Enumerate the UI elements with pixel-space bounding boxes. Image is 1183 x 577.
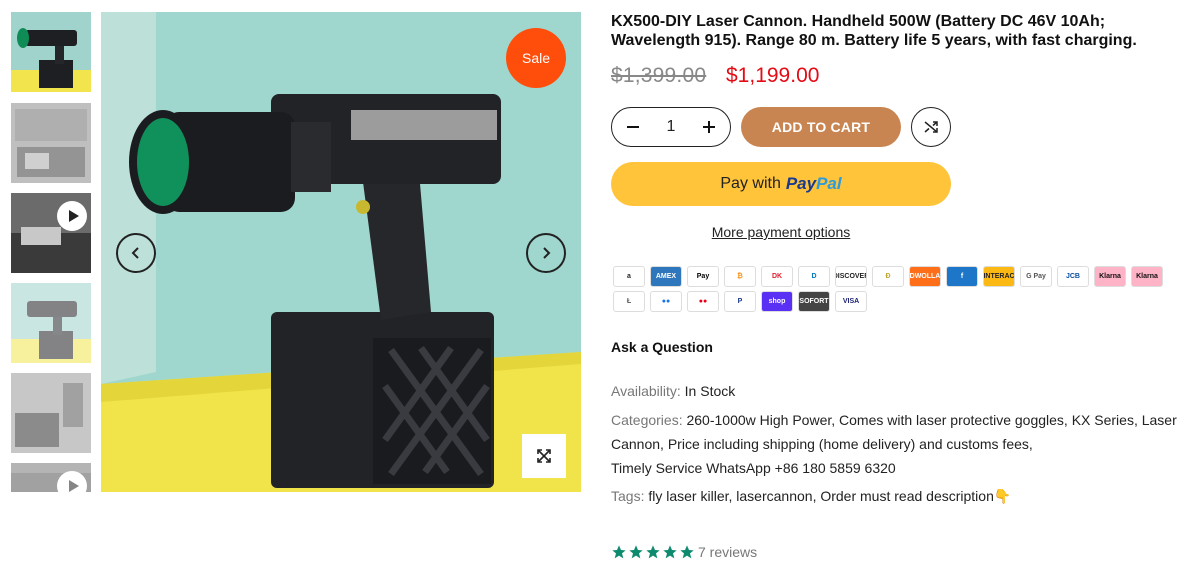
star-icon xyxy=(663,545,677,559)
star-icon xyxy=(646,545,660,559)
compare-button[interactable] xyxy=(911,107,951,147)
payment-icon-shop-pay: shop xyxy=(761,291,793,312)
payment-icon-forbrugsforeningen: f xyxy=(946,266,978,287)
payment-icon-mastercard: ●● xyxy=(687,291,719,312)
thumbnail-5[interactable] xyxy=(11,373,91,453)
play-icon xyxy=(57,201,87,231)
reviews-summary[interactable]: 7 reviews xyxy=(611,544,757,560)
paypal-logo-pal: Pal xyxy=(816,174,842,193)
categories-label: Categories: xyxy=(611,412,683,428)
sale-badge: Sale xyxy=(506,28,566,88)
expand-icon xyxy=(537,449,551,463)
next-image-button[interactable] xyxy=(526,233,566,273)
ask-question-link[interactable]: Ask a Question xyxy=(611,339,713,355)
thumbnail-4[interactable] xyxy=(11,283,91,363)
payment-icon-maestro: ●● xyxy=(650,291,682,312)
previous-image-button[interactable] xyxy=(116,233,156,273)
payment-icon-dankort: DK xyxy=(761,266,793,287)
thumbnail-image xyxy=(11,12,91,92)
shuffle-icon xyxy=(924,121,938,133)
thumbnail-strip xyxy=(11,12,91,492)
sale-price: $1,199.00 xyxy=(726,64,820,87)
payment-icon-visa: VISA xyxy=(835,291,867,312)
thumbnail-image xyxy=(11,283,91,363)
tag-link[interactable]: Order must read description👇 xyxy=(820,488,1011,504)
payment-icon-klarna-1: Klarna xyxy=(1094,266,1126,287)
payment-icon-american-express: AMEX xyxy=(650,266,682,287)
categories: Categories: 260-1000w High Power, Comes … xyxy=(611,412,1177,476)
payment-icon-dogecoin: Ð xyxy=(872,266,904,287)
payment-icon-discover: DISCOVER xyxy=(835,266,867,287)
category-link[interactable]: KX Series xyxy=(1072,412,1134,428)
paypal-prefix: Pay with xyxy=(720,175,781,192)
increase-quantity-button[interactable] xyxy=(700,118,718,136)
payment-icon-bitcoin: ₿ xyxy=(724,266,756,287)
decrease-quantity-button[interactable] xyxy=(624,118,642,136)
add-to-cart-button[interactable]: ADD TO CART xyxy=(741,107,901,147)
payment-icon-interac: INTERAC xyxy=(983,266,1015,287)
quantity-input[interactable] xyxy=(651,118,691,136)
payment-icon-sofort: SOFORT xyxy=(798,291,830,312)
thumbnail-image xyxy=(11,373,91,453)
minus-icon xyxy=(627,126,639,128)
availability-label: Availability: xyxy=(611,383,681,399)
payment-icon-diners-club: D xyxy=(798,266,830,287)
thumbnail-2[interactable] xyxy=(11,103,91,183)
chevron-left-icon xyxy=(131,247,139,259)
reviews-count: 7 reviews xyxy=(698,544,758,560)
more-payment-options-link[interactable]: More payment options xyxy=(611,224,951,240)
payment-icon-klarna-2: Klarna xyxy=(1131,266,1163,287)
paypal-button[interactable]: Pay with Pay Pal xyxy=(611,162,951,206)
star-rating xyxy=(611,544,695,560)
quantity-stepper xyxy=(611,107,731,147)
tags-label: Tags: xyxy=(611,488,645,504)
payment-icon-paypal: P xyxy=(724,291,756,312)
category-link[interactable]: Price including shipping (home delivery)… xyxy=(668,436,1029,452)
availability-value: In Stock xyxy=(684,383,736,399)
category-link[interactable]: 260-1000w High Power xyxy=(686,412,831,428)
payment-icon-litecoin: Ł xyxy=(613,291,645,312)
main-product-image[interactable] xyxy=(101,12,581,492)
star-icon xyxy=(629,545,643,559)
thumbnail-1[interactable] xyxy=(11,12,91,92)
tag-link[interactable]: fly laser killer xyxy=(648,488,728,504)
laser-cannon-photo xyxy=(101,12,581,492)
thumbnail-3-video[interactable] xyxy=(11,193,91,273)
payment-icon-jcb: JCB xyxy=(1057,266,1089,287)
chevron-right-icon xyxy=(543,247,551,259)
category-link[interactable]: Comes with laser protective goggles xyxy=(839,412,1064,428)
tags: Tags: fly laser killer, lasercannon, Ord… xyxy=(611,488,1012,504)
paypal-logo-pay: Pay xyxy=(785,174,817,193)
payment-methods: aAMEXPay₿DKDDISCOVERÐDWOLLAfINTERACG Pay… xyxy=(613,266,1173,312)
payment-icon-amazon: a xyxy=(613,266,645,287)
plus-icon xyxy=(703,121,715,133)
payment-icon-apple-pay: Pay xyxy=(687,266,719,287)
payment-icon-dwolla: DWOLLA xyxy=(909,266,941,287)
star-icon xyxy=(680,545,694,559)
star-icon xyxy=(612,545,626,559)
product-title: KX500-DIY Laser Cannon. Handheld 500W (B… xyxy=(611,13,1137,49)
original-price: $1,399.00 xyxy=(611,64,707,87)
payment-icon-google-pay: G Pay xyxy=(1020,266,1052,287)
thumbnail-6-video[interactable] xyxy=(11,463,91,492)
tag-link[interactable]: lasercannon xyxy=(736,488,812,504)
thumbnail-image xyxy=(11,103,91,183)
category-link[interactable]: Timely Service WhatsApp +86 180 5859 632… xyxy=(611,460,896,476)
availability: Availability: In Stock xyxy=(611,379,735,403)
zoom-button[interactable] xyxy=(522,434,566,478)
